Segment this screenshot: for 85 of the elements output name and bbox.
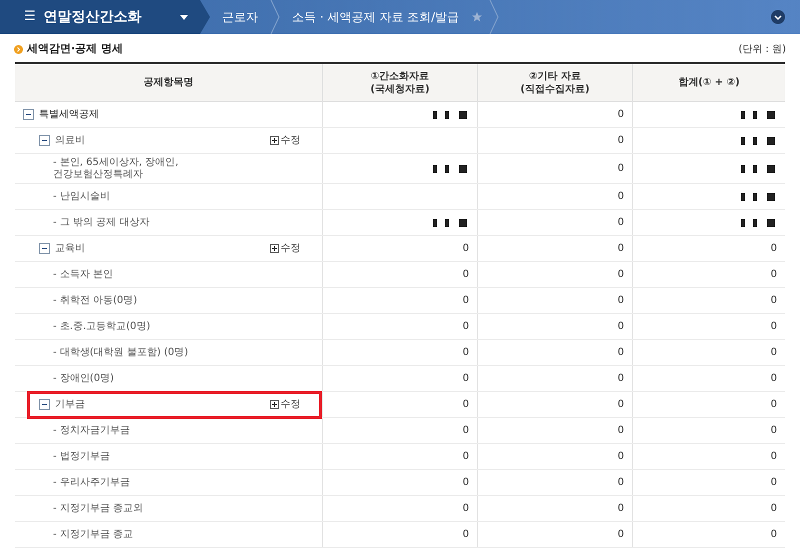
- amount-value: 0: [770, 424, 777, 438]
- row-label: - 지정기부금 종교: [53, 528, 133, 540]
- amount-value: 0: [770, 450, 777, 464]
- row-label: 기부금: [55, 398, 85, 410]
- amount-value: 0: [462, 424, 469, 438]
- row-label: - 그 밖의 공제 대상자: [53, 216, 150, 228]
- amount-value: 0: [462, 346, 469, 360]
- edit-button[interactable]: 수정: [270, 241, 300, 256]
- amount-value: 0: [462, 450, 469, 464]
- amount-value: 0: [462, 242, 469, 256]
- amount-value: 0: [462, 320, 469, 334]
- column-header: 공제항목명: [15, 64, 323, 101]
- row-label: - 대학생(대학원 불포함) (0명): [53, 346, 188, 358]
- row-label: 특별세액공제: [39, 108, 99, 120]
- app-title: 연말정산간소화: [44, 8, 142, 26]
- amount-value: 0: [618, 424, 624, 438]
- edit-button[interactable]: 수정: [270, 133, 300, 148]
- row-label: - 정치자금기부금: [53, 424, 130, 436]
- row-label: - 본인, 65세이상자, 장애인, 건강보험산정특례자: [53, 156, 178, 180]
- collapse-icon[interactable]: [39, 135, 50, 146]
- amount-value: 0: [770, 502, 777, 516]
- edit-button[interactable]: 수정: [270, 397, 300, 412]
- amount-value: 0: [618, 450, 624, 464]
- row-label: - 법정기부금: [53, 450, 110, 462]
- row-label: - 우리사주기부금: [53, 476, 130, 488]
- amount-value: 0: [462, 268, 469, 282]
- amount-value: 0: [770, 242, 777, 256]
- bullet-icon: [14, 44, 23, 54]
- amount-value: 0: [618, 268, 624, 282]
- amount-value: 0: [770, 476, 777, 490]
- breadcrumb-link[interactable]: 소득 · 세액공제 자료 조회/발급: [280, 8, 472, 26]
- row-label: - 장애인(0명): [53, 372, 114, 384]
- row-label: 교육비: [55, 242, 85, 254]
- amount-value: 0: [462, 372, 469, 386]
- amount-value: 0: [618, 476, 624, 490]
- column-header: ①간소화자료 (국세청자료): [323, 64, 478, 101]
- amount-value: 0: [770, 320, 777, 334]
- collapse-icon[interactable]: [39, 243, 50, 254]
- column-header: 합계(① + ②): [677, 76, 741, 90]
- amount-value: 0: [618, 162, 624, 176]
- collapse-icon[interactable]: [39, 399, 50, 410]
- chevron-icon: [270, 0, 280, 34]
- amount-value: 0: [770, 528, 777, 542]
- plus-box-icon: [270, 400, 278, 409]
- amount-value: 0: [462, 528, 469, 542]
- caret-icon: [180, 14, 188, 20]
- expand-circle-icon[interactable]: [771, 10, 785, 24]
- amount-value: 0: [618, 528, 624, 542]
- unit-label: (단위 : 원): [738, 42, 786, 56]
- row-label: - 난임시술비: [53, 190, 110, 202]
- amount-value: 0: [618, 320, 624, 334]
- amount-value: 0: [618, 398, 624, 412]
- amount-value: 0: [618, 372, 624, 386]
- amount-value: 0: [462, 502, 469, 516]
- row-label: 의료비: [55, 134, 85, 146]
- menu-icon: ☰: [24, 7, 36, 27]
- amount-value: 0: [618, 294, 624, 308]
- amount-value: 0: [462, 294, 469, 308]
- row-label: - 초.중.고등학교(0명): [53, 320, 150, 332]
- row-label: - 소득자 본인: [53, 268, 113, 280]
- amount-value: 0: [618, 502, 624, 516]
- amount-value: 0: [770, 346, 777, 360]
- section-title: 세액감면·공제 명세: [27, 40, 124, 57]
- amount-value: 0: [618, 190, 624, 204]
- row-label: - 취학전 아동(0명): [53, 294, 138, 306]
- plus-box-icon: [270, 136, 278, 145]
- amount-value: 0: [618, 108, 624, 122]
- amount-value: 0: [618, 242, 624, 256]
- column-header: ②기타 자료 (직접수집자료): [478, 64, 633, 101]
- amount-value: 0: [462, 398, 469, 412]
- amount-value: 0: [618, 346, 624, 360]
- collapse-icon[interactable]: [23, 109, 34, 120]
- amount-value: 0: [770, 398, 777, 412]
- amount-value: 0: [770, 294, 777, 308]
- amount-value: 0: [770, 372, 777, 386]
- amount-value: 0: [462, 476, 469, 490]
- star-icon[interactable]: [471, 11, 484, 23]
- amount-value: 0: [770, 268, 777, 282]
- amount-value: 0: [618, 134, 624, 148]
- breadcrumb-link[interactable]: 근로자: [210, 8, 270, 26]
- chevron-icon: [200, 0, 210, 34]
- chevron-icon: [489, 0, 500, 34]
- amount-value: 0: [618, 216, 624, 230]
- row-label: - 지정기부금 종교외: [53, 502, 143, 514]
- plus-box-icon: [270, 244, 278, 253]
